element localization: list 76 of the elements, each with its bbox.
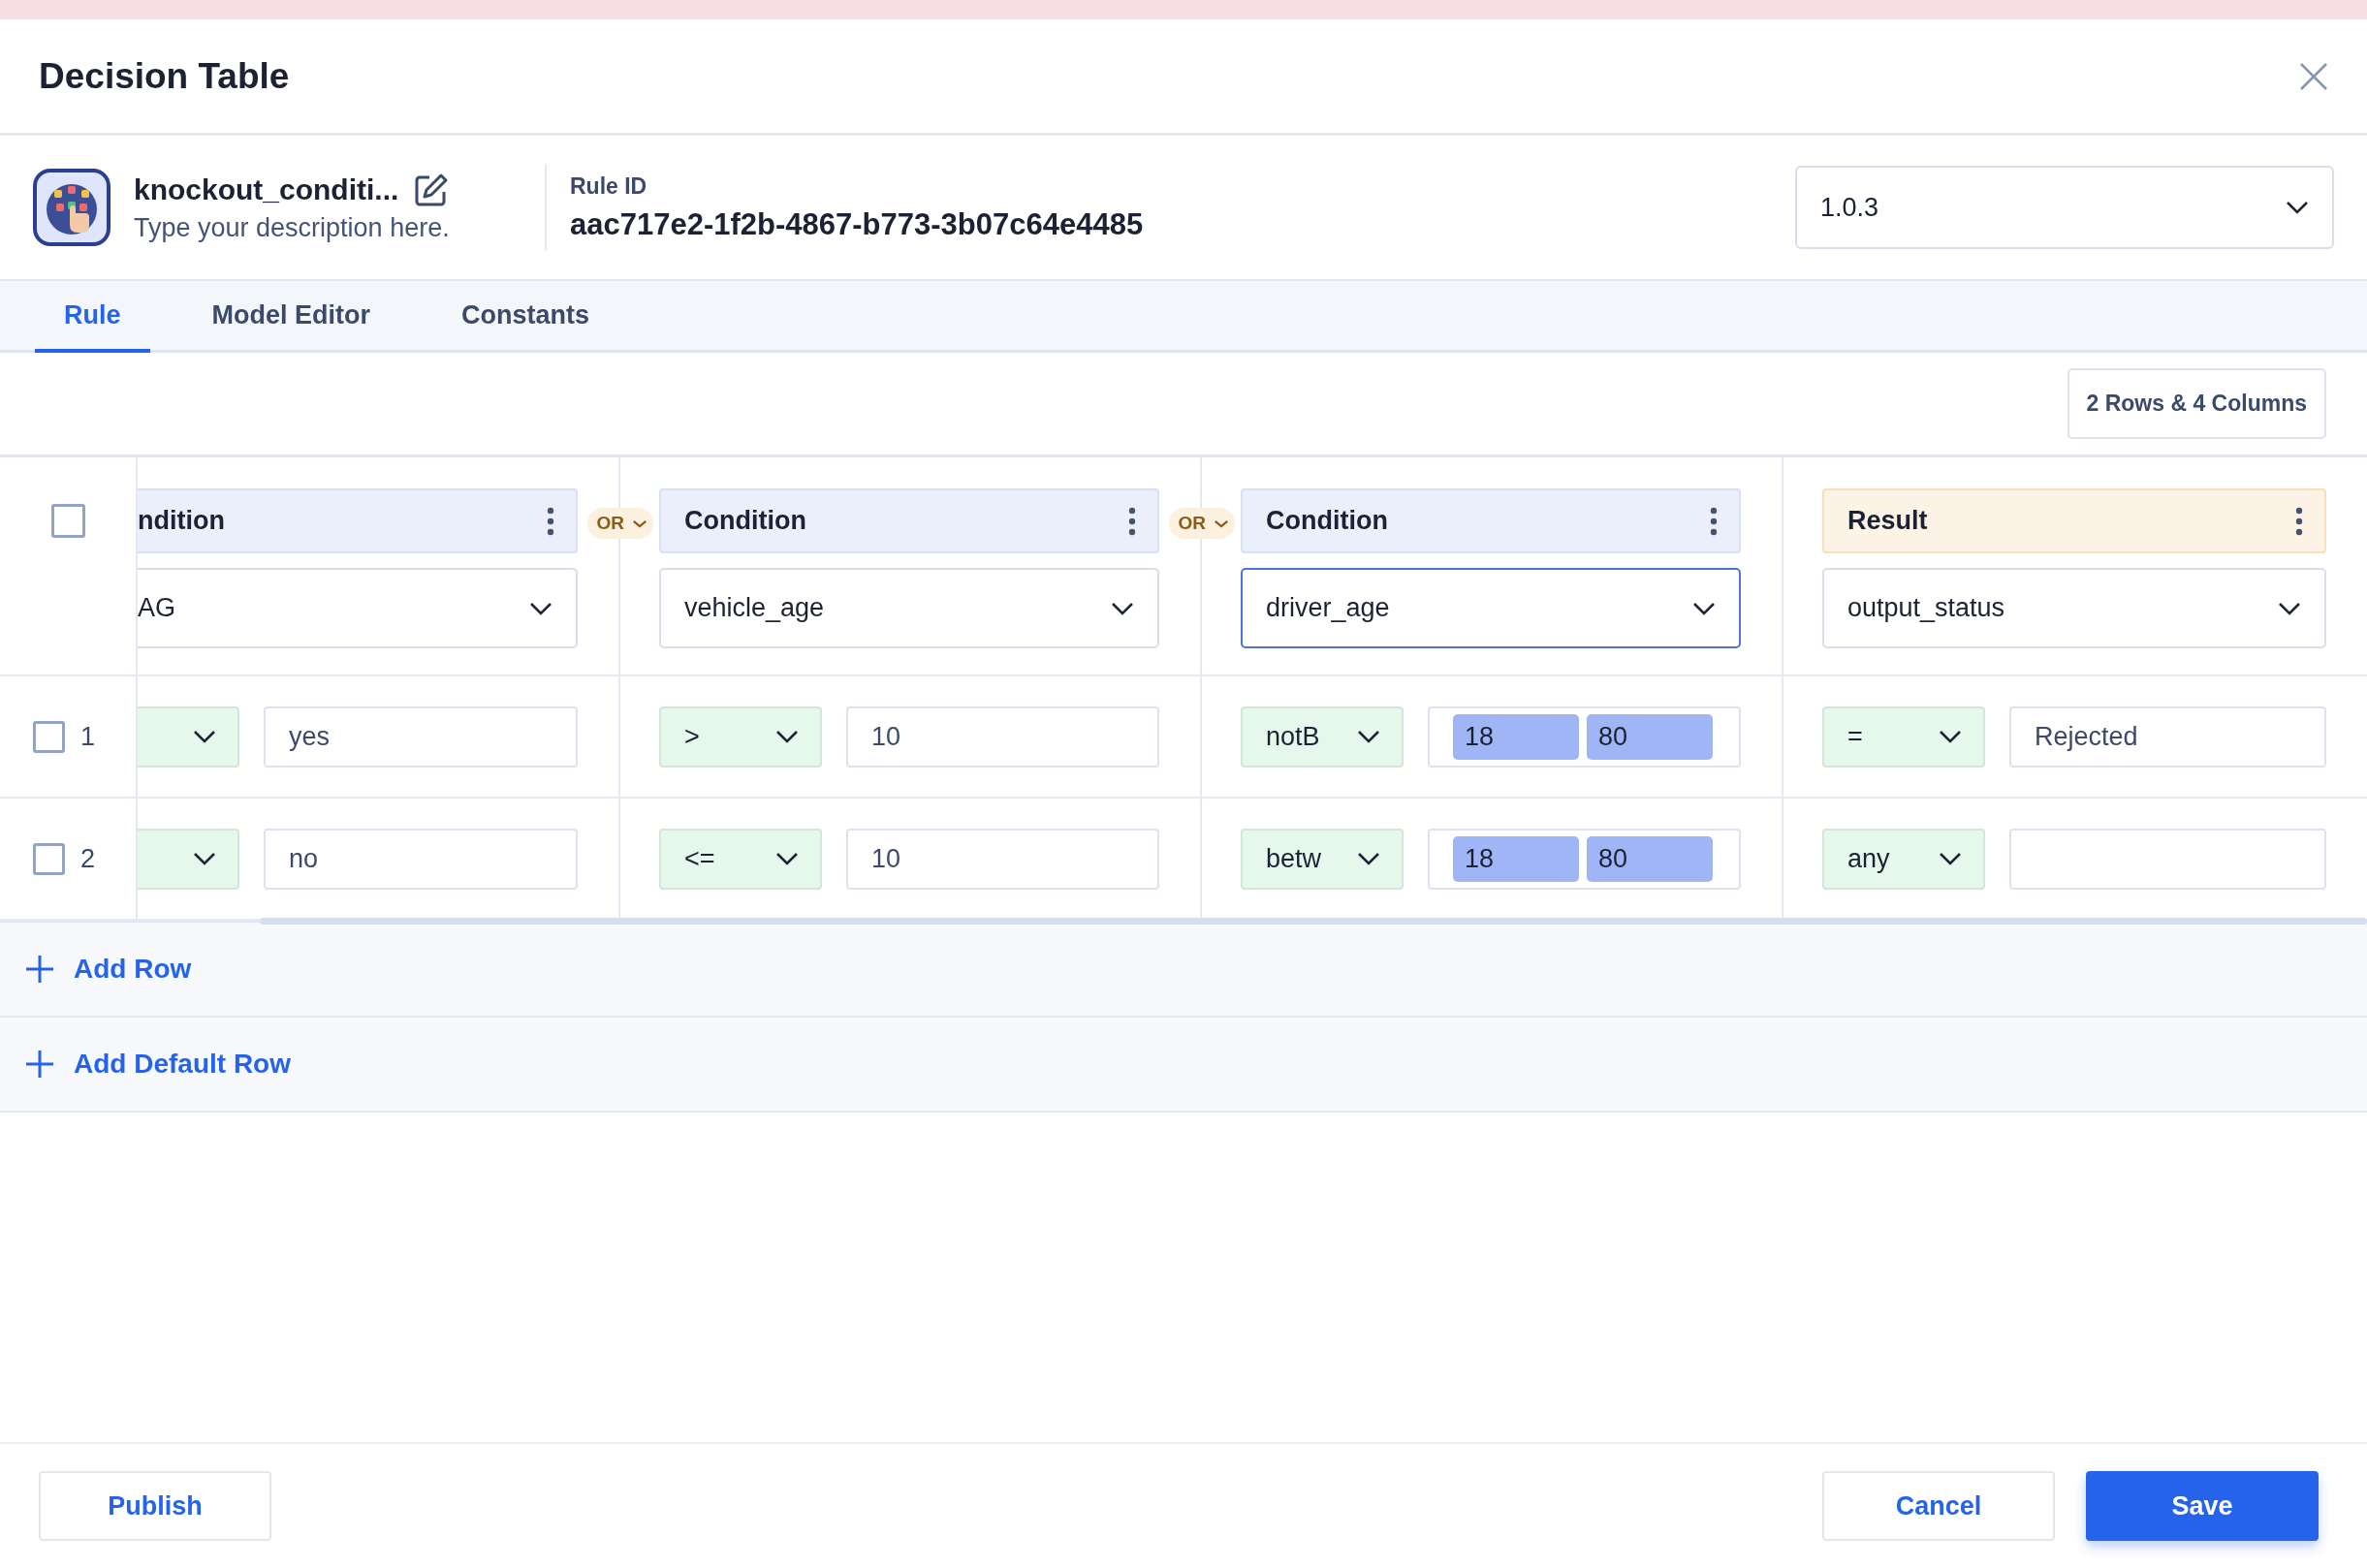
window-title: Decision Table — [39, 55, 290, 97]
chevron-down-icon — [193, 730, 216, 743]
range-field[interactable]: 18 80 — [1428, 706, 1741, 768]
field-dropdown[interactable]: vehicle_age — [659, 568, 1159, 648]
column-header[interactable]: Condition — [1241, 488, 1741, 553]
checkbox[interactable] — [33, 720, 65, 753]
version-dropdown[interactable]: 1.0.3 — [1795, 166, 2334, 249]
column-title: ndition — [138, 506, 225, 536]
column-header[interactable]: Condition — [659, 488, 1159, 553]
range-value: 18 — [1453, 713, 1579, 760]
plus-icon — [25, 1050, 54, 1079]
value-field[interactable]: 10 — [846, 706, 1159, 768]
close-icon[interactable] — [2299, 61, 2328, 91]
range-value: 80 — [1587, 713, 1713, 760]
chevron-down-icon — [1939, 730, 1962, 743]
hand-tapping-icon — [33, 169, 110, 246]
range-value: 18 — [1453, 835, 1579, 882]
rule-id: aac717e2-1f2b-4867-b773-3b07c64e4485 — [570, 206, 1145, 242]
chevron-down-icon — [775, 852, 799, 865]
add-default-row-button[interactable]: Add Default Row — [19, 1048, 297, 1081]
column-title: Result — [1847, 506, 1928, 536]
column-header[interactable]: ndition — [138, 488, 578, 553]
edit-icon[interactable] — [414, 172, 450, 207]
or-dropdown[interactable]: OR — [1168, 508, 1235, 539]
operator-dropdown[interactable]: = — [1822, 706, 1985, 768]
cancel-button[interactable]: Cancel — [1822, 1471, 2055, 1541]
chevron-down-icon — [632, 518, 647, 528]
checkbox[interactable] — [50, 504, 85, 538]
more-vertical-icon[interactable] — [1128, 506, 1136, 536]
scrollbar-thumb[interactable] — [260, 918, 2367, 925]
field-dropdown[interactable]: driver_age — [1241, 568, 1741, 648]
publish-button[interactable]: Publish — [39, 1471, 271, 1541]
row-number: 2 — [80, 843, 96, 874]
range-field[interactable]: 18 80 — [1428, 828, 1741, 890]
chevron-down-icon — [1939, 852, 1962, 865]
size-summary-button[interactable]: 2 Rows & 4 Columns — [2067, 368, 2326, 439]
value-field[interactable] — [2009, 828, 2326, 890]
chevron-down-icon — [2286, 201, 2309, 214]
chevron-down-icon — [775, 730, 799, 743]
save-button[interactable]: Save — [2086, 1471, 2319, 1541]
chevron-down-icon — [1357, 730, 1380, 743]
value-field[interactable]: 10 — [846, 828, 1159, 890]
rule-name: knockout_conditi... — [134, 172, 399, 206]
chevron-down-icon — [529, 601, 552, 615]
operator-dropdown[interactable]: betw — [1241, 828, 1404, 890]
operator-dropdown[interactable]: notB — [1241, 706, 1404, 768]
more-vertical-icon[interactable] — [2295, 506, 2303, 536]
range-value: 80 — [1587, 835, 1713, 882]
operator-dropdown[interactable]: > — [659, 706, 822, 768]
field-dropdown[interactable]: output_status — [1822, 568, 2326, 648]
or-dropdown[interactable]: OR — [586, 508, 653, 539]
rule-id-label: Rule ID — [570, 172, 648, 200]
column-header[interactable]: Result — [1822, 488, 2326, 553]
tab[interactable]: Rule — [35, 281, 150, 353]
operator-dropdown[interactable]: any — [1822, 828, 1985, 890]
value-field[interactable]: yes — [264, 706, 578, 768]
chevron-down-icon — [1357, 852, 1380, 865]
chevron-down-icon — [1111, 601, 1134, 615]
operator-dropdown[interactable]: <= — [659, 828, 822, 890]
add-row-button[interactable]: Add Row — [19, 953, 198, 986]
more-vertical-icon[interactable] — [1710, 506, 1718, 536]
column-title: Condition — [684, 506, 806, 536]
column-title: Condition — [1266, 506, 1388, 536]
tab[interactable]: Constants — [432, 281, 619, 353]
chevron-down-icon — [1692, 601, 1716, 615]
chevron-down-icon — [1214, 518, 1229, 528]
chevron-down-icon — [2278, 601, 2301, 615]
field-dropdown[interactable]: AG — [138, 568, 578, 648]
more-vertical-icon[interactable] — [547, 506, 554, 536]
value-field[interactable]: no — [264, 828, 578, 890]
row-number: 1 — [80, 721, 96, 752]
plus-icon — [25, 955, 54, 984]
checkbox[interactable] — [33, 842, 65, 875]
tab[interactable]: Model Editor — [182, 281, 399, 353]
value-field[interactable]: Rejected — [2009, 706, 2326, 768]
chevron-down-icon — [193, 852, 216, 865]
